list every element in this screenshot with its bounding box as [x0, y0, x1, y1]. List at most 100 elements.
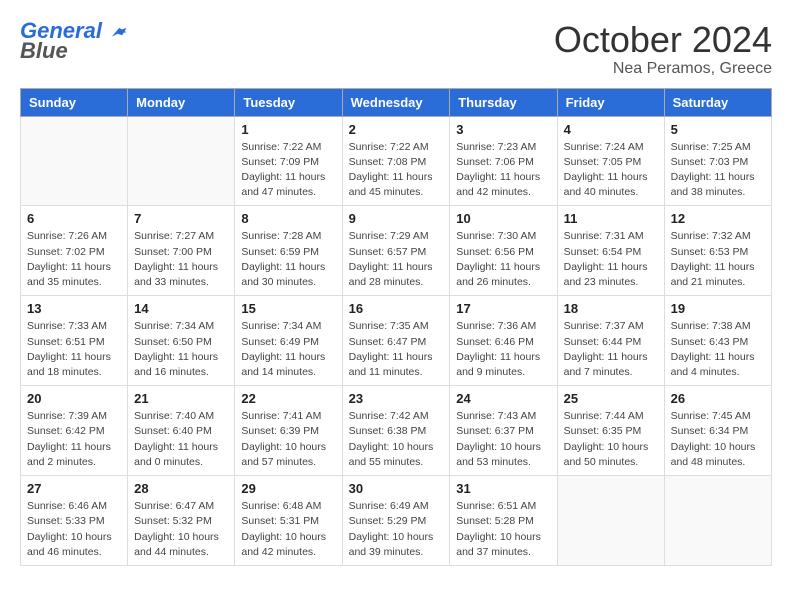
day-number: 14	[134, 301, 228, 316]
day-number: 22	[241, 391, 335, 406]
day-number: 3	[456, 122, 550, 137]
table-row: 8 Sunrise: 7:28 AMSunset: 6:59 PMDaylight…	[235, 206, 342, 296]
day-number: 23	[349, 391, 444, 406]
table-row: 9Sunrise: 7:29 AMSunset: 6:57 PMDaylight…	[342, 206, 450, 296]
day-info: Sunrise: 7:41 AMSunset: 6:39 PMDaylight:…	[241, 409, 335, 470]
header-thursday: Thursday	[450, 88, 557, 116]
day-number: 4	[564, 122, 658, 137]
table-row: 25 Sunrise: 7:44 AMSunset: 6:35 PMDayligh…	[557, 386, 664, 476]
table-row: 6 Sunrise: 7:26 AMSunset: 7:02 PMDaylight…	[21, 206, 128, 296]
day-number: 11	[564, 211, 658, 226]
table-row	[557, 476, 664, 566]
logo-blue-text: Blue	[20, 40, 68, 62]
day-info: Sunrise: 7:37 AMSunset: 6:44 PMDaylight:…	[564, 319, 658, 380]
day-info: Sunrise: 6:48 AMSunset: 5:31 PMDaylight:…	[241, 499, 335, 560]
logo: General Blue	[20, 20, 128, 62]
page-header: General Blue October 2024 Nea Peramos, G…	[20, 20, 772, 78]
table-row: 23Sunrise: 7:42 AMSunset: 6:38 PMDayligh…	[342, 386, 450, 476]
day-info: Sunrise: 7:34 AMSunset: 6:50 PMDaylight:…	[134, 319, 228, 380]
table-row: 17 Sunrise: 7:36 AMSunset: 6:46 PMDayligh…	[450, 296, 557, 386]
calendar-week-row: 1 Sunrise: 7:22 AMSunset: 7:09 PMDaylight…	[21, 116, 772, 206]
location: Nea Peramos, Greece	[554, 60, 772, 78]
table-row: 7 Sunrise: 7:27 AMSunset: 7:00 PMDaylight…	[128, 206, 235, 296]
day-number: 8	[241, 211, 335, 226]
day-info: Sunrise: 7:28 AMSunset: 6:59 PMDaylight:…	[241, 229, 335, 290]
day-number: 31	[456, 481, 550, 496]
day-number: 21	[134, 391, 228, 406]
day-number: 6	[27, 211, 121, 226]
calendar-week-row: 13Sunrise: 7:33 AMSunset: 6:51 PMDayligh…	[21, 296, 772, 386]
day-info: Sunrise: 7:26 AMSunset: 7:02 PMDaylight:…	[27, 229, 121, 290]
day-info: Sunrise: 6:47 AMSunset: 5:32 PMDaylight:…	[134, 499, 228, 560]
day-number: 27	[27, 481, 121, 496]
table-row: 16 Sunrise: 7:35 AMSunset: 6:47 PMDayligh…	[342, 296, 450, 386]
table-row: 18Sunrise: 7:37 AMSunset: 6:44 PMDayligh…	[557, 296, 664, 386]
day-info: Sunrise: 7:22 AMSunset: 7:08 PMDaylight:…	[349, 140, 444, 201]
table-row: 30 Sunrise: 6:49 AMSunset: 5:29 PMDayligh…	[342, 476, 450, 566]
calendar-week-row: 27Sunrise: 6:46 AMSunset: 5:33 PMDayligh…	[21, 476, 772, 566]
table-row: 13Sunrise: 7:33 AMSunset: 6:51 PMDayligh…	[21, 296, 128, 386]
logo-bird-icon	[106, 22, 128, 49]
day-number: 29	[241, 481, 335, 496]
header-tuesday: Tuesday	[235, 88, 342, 116]
calendar-week-row: 6 Sunrise: 7:26 AMSunset: 7:02 PMDaylight…	[21, 206, 772, 296]
day-info: Sunrise: 7:35 AMSunset: 6:47 PMDaylight:…	[349, 319, 444, 380]
day-number: 15	[241, 301, 335, 316]
table-row: 2 Sunrise: 7:22 AMSunset: 7:08 PMDaylight…	[342, 116, 450, 206]
table-row: 10Sunrise: 7:30 AMSunset: 6:56 PMDayligh…	[450, 206, 557, 296]
day-info: Sunrise: 6:49 AMSunset: 5:29 PMDaylight:…	[349, 499, 444, 560]
day-number: 25	[564, 391, 658, 406]
day-info: Sunrise: 7:38 AMSunset: 6:43 PMDaylight:…	[671, 319, 765, 380]
day-info: Sunrise: 7:25 AMSunset: 7:03 PMDaylight:…	[671, 140, 765, 201]
day-info: Sunrise: 7:43 AMSunset: 6:37 PMDaylight:…	[456, 409, 550, 470]
table-row: 24Sunrise: 7:43 AMSunset: 6:37 PMDayligh…	[450, 386, 557, 476]
day-info: Sunrise: 7:23 AMSunset: 7:06 PMDaylight:…	[456, 140, 550, 201]
day-info: Sunrise: 7:40 AMSunset: 6:40 PMDaylight:…	[134, 409, 228, 470]
day-info: Sunrise: 7:32 AMSunset: 6:53 PMDaylight:…	[671, 229, 765, 290]
table-row: 4 Sunrise: 7:24 AMSunset: 7:05 PMDaylight…	[557, 116, 664, 206]
day-number: 28	[134, 481, 228, 496]
table-row: 19Sunrise: 7:38 AMSunset: 6:43 PMDayligh…	[664, 296, 771, 386]
day-number: 16	[349, 301, 444, 316]
table-row	[128, 116, 235, 206]
day-number: 26	[671, 391, 765, 406]
table-row: 27Sunrise: 6:46 AMSunset: 5:33 PMDayligh…	[21, 476, 128, 566]
day-number: 2	[349, 122, 444, 137]
day-info: Sunrise: 7:22 AMSunset: 7:09 PMDaylight:…	[241, 140, 335, 201]
day-number: 1	[241, 122, 335, 137]
day-number: 20	[27, 391, 121, 406]
table-row: 28 Sunrise: 6:47 AMSunset: 5:32 PMDayligh…	[128, 476, 235, 566]
table-row: 11Sunrise: 7:31 AMSunset: 6:54 PMDayligh…	[557, 206, 664, 296]
day-number: 5	[671, 122, 765, 137]
day-info: Sunrise: 6:51 AMSunset: 5:28 PMDaylight:…	[456, 499, 550, 560]
calendar-header-row: Sunday Monday Tuesday Wednesday Thursday…	[21, 88, 772, 116]
day-info: Sunrise: 7:34 AMSunset: 6:49 PMDaylight:…	[241, 319, 335, 380]
day-info: Sunrise: 7:30 AMSunset: 6:56 PMDaylight:…	[456, 229, 550, 290]
table-row: 3 Sunrise: 7:23 AMSunset: 7:06 PMDaylight…	[450, 116, 557, 206]
table-row: 20 Sunrise: 7:39 AMSunset: 6:42 PMDayligh…	[21, 386, 128, 476]
table-row: 1 Sunrise: 7:22 AMSunset: 7:09 PMDaylight…	[235, 116, 342, 206]
table-row: 5 Sunrise: 7:25 AMSunset: 7:03 PMDaylight…	[664, 116, 771, 206]
day-number: 12	[671, 211, 765, 226]
day-number: 7	[134, 211, 228, 226]
table-row: 22 Sunrise: 7:41 AMSunset: 6:39 PMDayligh…	[235, 386, 342, 476]
day-info: Sunrise: 7:36 AMSunset: 6:46 PMDaylight:…	[456, 319, 550, 380]
table-row: 31 Sunrise: 6:51 AMSunset: 5:28 PMDayligh…	[450, 476, 557, 566]
table-row	[664, 476, 771, 566]
calendar-week-row: 20 Sunrise: 7:39 AMSunset: 6:42 PMDayligh…	[21, 386, 772, 476]
day-info: Sunrise: 7:24 AMSunset: 7:05 PMDaylight:…	[564, 140, 658, 201]
header-wednesday: Wednesday	[342, 88, 450, 116]
day-info: Sunrise: 7:27 AMSunset: 7:00 PMDaylight:…	[134, 229, 228, 290]
day-number: 9	[349, 211, 444, 226]
header-monday: Monday	[128, 88, 235, 116]
day-info: Sunrise: 7:44 AMSunset: 6:35 PMDaylight:…	[564, 409, 658, 470]
title-block: October 2024 Nea Peramos, Greece	[554, 20, 772, 78]
day-number: 17	[456, 301, 550, 316]
day-info: Sunrise: 7:45 AMSunset: 6:34 PMDaylight:…	[671, 409, 765, 470]
day-number: 30	[349, 481, 444, 496]
table-row: 21 Sunrise: 7:40 AMSunset: 6:40 PMDayligh…	[128, 386, 235, 476]
table-row: 12 Sunrise: 7:32 AMSunset: 6:53 PMDayligh…	[664, 206, 771, 296]
table-row: 14 Sunrise: 7:34 AMSunset: 6:50 PMDayligh…	[128, 296, 235, 386]
header-saturday: Saturday	[664, 88, 771, 116]
day-info: Sunrise: 7:39 AMSunset: 6:42 PMDaylight:…	[27, 409, 121, 470]
